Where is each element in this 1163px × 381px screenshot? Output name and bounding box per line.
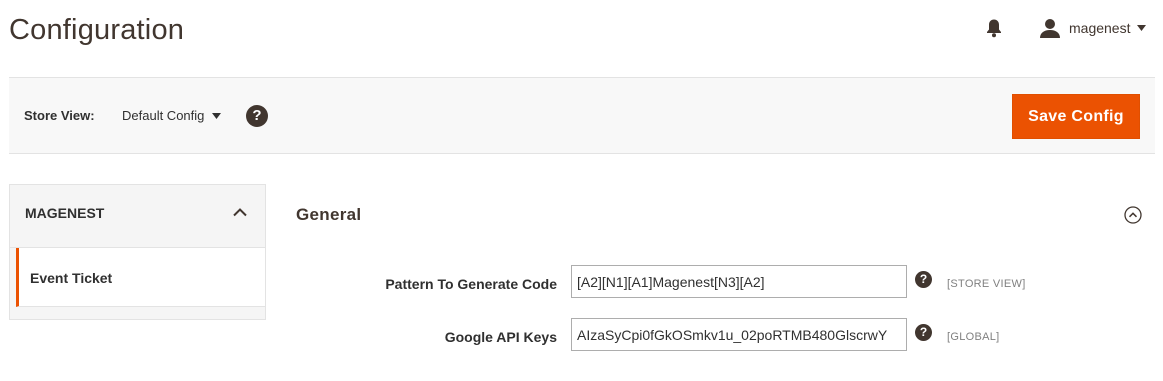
pattern-code-input[interactable] [571,265,907,298]
help-icon[interactable]: ? [915,324,932,341]
sidebar-item-label: Event Ticket [30,270,113,286]
store-view-switcher[interactable]: Default Config [122,108,222,123]
store-view-label: Store View: [24,108,95,123]
chevron-up-icon [233,208,247,217]
sidebar-group-magenest[interactable]: MAGENEST [10,185,265,248]
user-menu[interactable]: magenest [1040,16,1147,40]
sidebar-group-label: MAGENEST [25,205,105,221]
scope-label-global: [GLOBAL] [947,331,1000,343]
pattern-field-label: Pattern To Generate Code [385,276,557,292]
caret-down-icon [1137,25,1147,31]
username: magenest [1069,20,1131,36]
bell-icon[interactable] [985,18,1003,38]
caret-down-icon [212,112,222,119]
section-title-general[interactable]: General [296,205,361,225]
help-icon[interactable]: ? [246,105,268,127]
google-api-keys-label: Google API Keys [444,329,557,345]
collapse-circle-icon[interactable] [1124,206,1142,224]
sidebar-item-event-ticket[interactable]: Event Ticket [16,248,265,307]
scope-label-store-view: [STORE VIEW] [947,278,1026,290]
help-icon[interactable]: ? [915,271,932,288]
user-icon [1040,19,1060,38]
store-view-toolbar: Store View: Default Config ? Save Config [9,77,1155,154]
google-api-keys-input[interactable] [571,318,907,351]
page-title: Configuration [9,14,185,46]
save-config-button[interactable]: Save Config [1012,94,1140,139]
config-sidebar: MAGENEST Event Ticket [9,184,266,320]
store-view-value: Default Config [122,108,205,123]
